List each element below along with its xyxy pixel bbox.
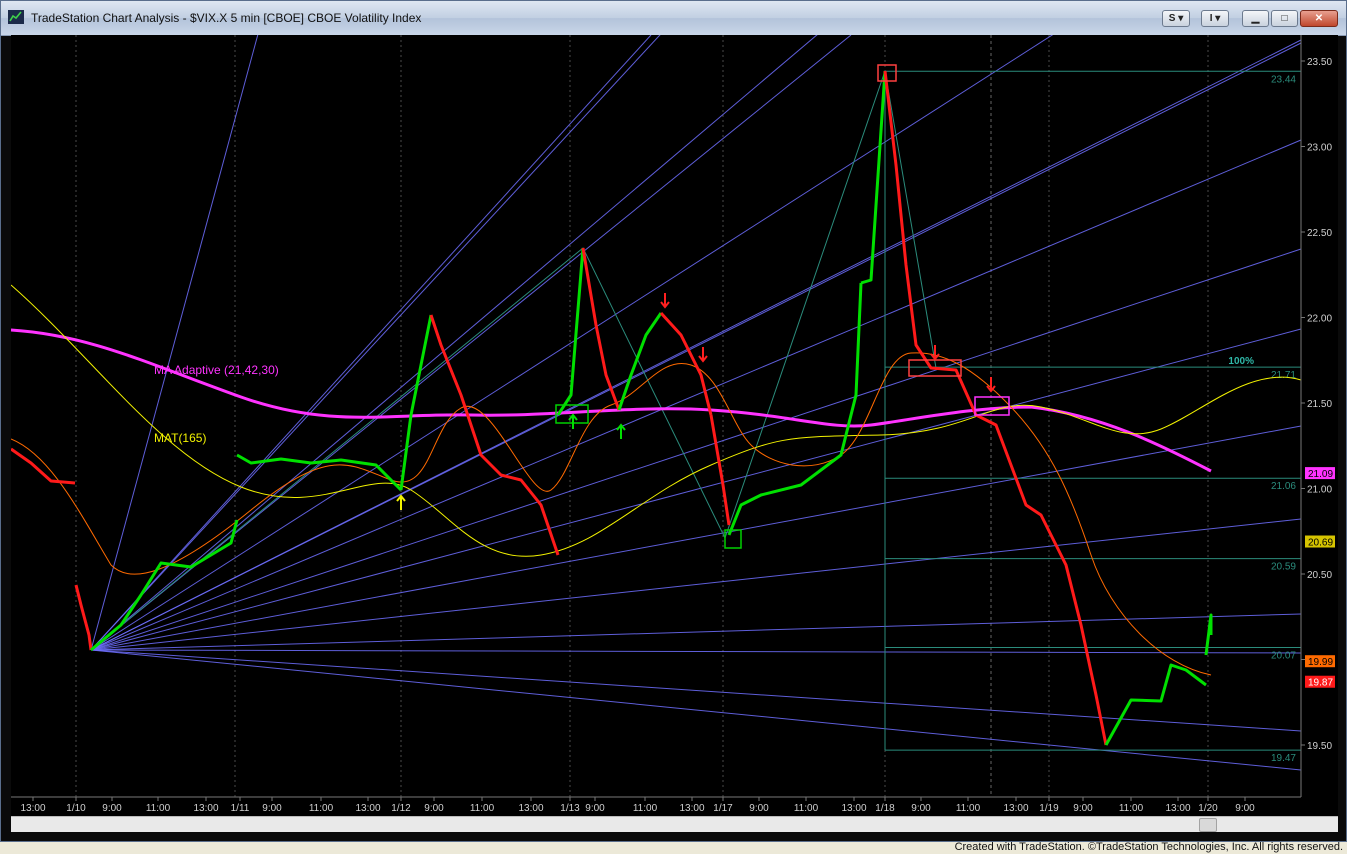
price-badge-label: 20.69 xyxy=(1308,538,1333,549)
time-axis-label: 13:00 xyxy=(20,803,45,814)
fib-percent-label: 100% xyxy=(1228,356,1254,367)
time-axis-label: 13:00 xyxy=(518,803,543,814)
price-axis-label: 21.00 xyxy=(1307,485,1332,496)
fib-level-label: 20.59 xyxy=(1271,562,1296,573)
app-icon xyxy=(8,10,24,24)
horizontal-scrollbar[interactable] xyxy=(11,816,1338,832)
title-bar[interactable]: TradeStation Chart Analysis - $VIX.X 5 m… xyxy=(1,1,1346,36)
close-button[interactable]: ✕ xyxy=(1300,10,1338,27)
time-axis-label: 13:00 xyxy=(1165,803,1190,814)
time-axis-label: 1/12 xyxy=(391,803,411,814)
time-axis-label: 11:00 xyxy=(794,803,819,814)
price-chart[interactable]: 23.44 21.71 21.06 20.59 20.07 19.47 100% MA Ad… xyxy=(11,35,1338,825)
mat-label: MAT(165) xyxy=(154,431,206,445)
fib-level-label: 21.71 xyxy=(1271,370,1296,381)
price-badge-label: 21.09 xyxy=(1308,469,1333,480)
s-menu-button[interactable]: S ▾ xyxy=(1162,10,1190,27)
time-axis-label: 13:00 xyxy=(355,803,380,814)
time-axis-label: 9:00 xyxy=(1235,803,1255,814)
price-badge-label: 19.87 xyxy=(1308,678,1333,689)
price-axis-label: 22.00 xyxy=(1307,314,1332,325)
maximize-button[interactable]: □ xyxy=(1271,10,1298,27)
s-label: S xyxy=(1168,13,1176,24)
fib-level-label: 20.07 xyxy=(1271,651,1296,662)
time-axis-label: 11:00 xyxy=(633,803,658,814)
price-axis-label: 20.50 xyxy=(1307,570,1332,581)
footer-credit: Created with TradeStation. ©TradeStation… xyxy=(954,841,1343,853)
time-axis-label: 1/11 xyxy=(231,803,250,814)
time-axis-label: 1/18 xyxy=(875,803,895,814)
time-axis-label: 13:00 xyxy=(193,803,218,814)
chart-background xyxy=(11,35,1338,825)
minimize-button[interactable]: ▁ xyxy=(1242,10,1269,27)
time-axis-label: 11:00 xyxy=(1119,803,1144,814)
time-axis-label: 9:00 xyxy=(749,803,769,814)
time-axis-label: 11:00 xyxy=(309,803,334,814)
price-badge-label: 19.99 xyxy=(1308,657,1333,668)
time-axis-label: 9:00 xyxy=(911,803,931,814)
time-axis-label: 1/13 xyxy=(560,803,580,814)
time-axis-label: 9:00 xyxy=(262,803,282,814)
fib-level-label: 23.44 xyxy=(1271,74,1296,85)
time-axis-label: 1/20 xyxy=(1198,803,1218,814)
scroll-thumb[interactable] xyxy=(1199,818,1217,832)
time-axis-label: 9:00 xyxy=(585,803,605,814)
time-axis-label: 11:00 xyxy=(470,803,495,814)
i-menu-button[interactable]: I ▾ xyxy=(1201,10,1229,27)
time-axis-label: 13:00 xyxy=(841,803,866,814)
chart-window: TradeStation Chart Analysis - $VIX.X 5 m… xyxy=(0,0,1347,842)
i-label: I xyxy=(1209,13,1213,24)
price-axis-label: 22.50 xyxy=(1307,228,1332,239)
time-axis-label: 13:00 xyxy=(1003,803,1028,814)
fib-level-label: 21.06 xyxy=(1271,481,1296,492)
time-axis-label: 9:00 xyxy=(424,803,444,814)
ma-adaptive-label: MA Adaptive (21,42,30) xyxy=(154,363,279,377)
window-title: TradeStation Chart Analysis - $VIX.X 5 m… xyxy=(31,11,422,25)
time-axis-label: 13:00 xyxy=(679,803,704,814)
price-axis-label: 23.00 xyxy=(1307,143,1332,154)
price-axis-label: 19.50 xyxy=(1307,741,1332,752)
time-axis-label: 9:00 xyxy=(102,803,122,814)
price-axis-label: 23.50 xyxy=(1307,57,1332,68)
time-axis-label: 1/19 xyxy=(1039,803,1059,814)
price-axis-label: 21.50 xyxy=(1307,399,1332,410)
fib-level-label: 19.47 xyxy=(1271,753,1296,764)
time-axis-label: 1/10 xyxy=(66,803,86,814)
time-axis-label: 9:00 xyxy=(1073,803,1093,814)
time-axis-label: 11:00 xyxy=(956,803,981,814)
time-axis-label: 11:00 xyxy=(146,803,171,814)
time-axis-label: 1/17 xyxy=(713,803,733,814)
